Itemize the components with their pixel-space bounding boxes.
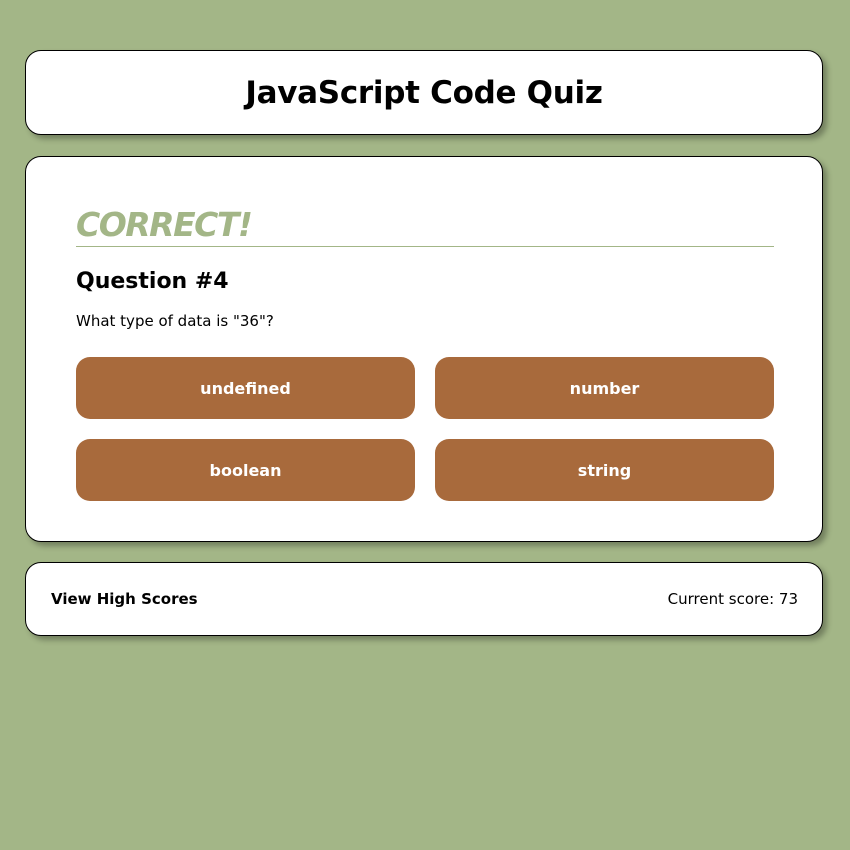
- quiz-card: CORRECT! Question #4 What type of data i…: [25, 156, 823, 542]
- question-title: Question #4: [76, 269, 229, 294]
- answer-grid: undefined number boolean string: [76, 357, 774, 501]
- answer-button-boolean[interactable]: boolean: [76, 439, 415, 501]
- view-high-scores-link[interactable]: View High Scores: [51, 590, 198, 608]
- header-card: JavaScript Code Quiz: [25, 50, 823, 135]
- feedback-message: CORRECT!: [76, 203, 774, 247]
- footer-card: View High Scores Current score: 73: [25, 562, 823, 636]
- page-title: JavaScript Code Quiz: [245, 74, 603, 111]
- current-score: Current score: 73: [667, 590, 798, 608]
- question-text: What type of data is "36"?: [76, 312, 274, 330]
- answer-button-undefined[interactable]: undefined: [76, 357, 415, 419]
- answer-button-number[interactable]: number: [435, 357, 774, 419]
- answer-button-string[interactable]: string: [435, 439, 774, 501]
